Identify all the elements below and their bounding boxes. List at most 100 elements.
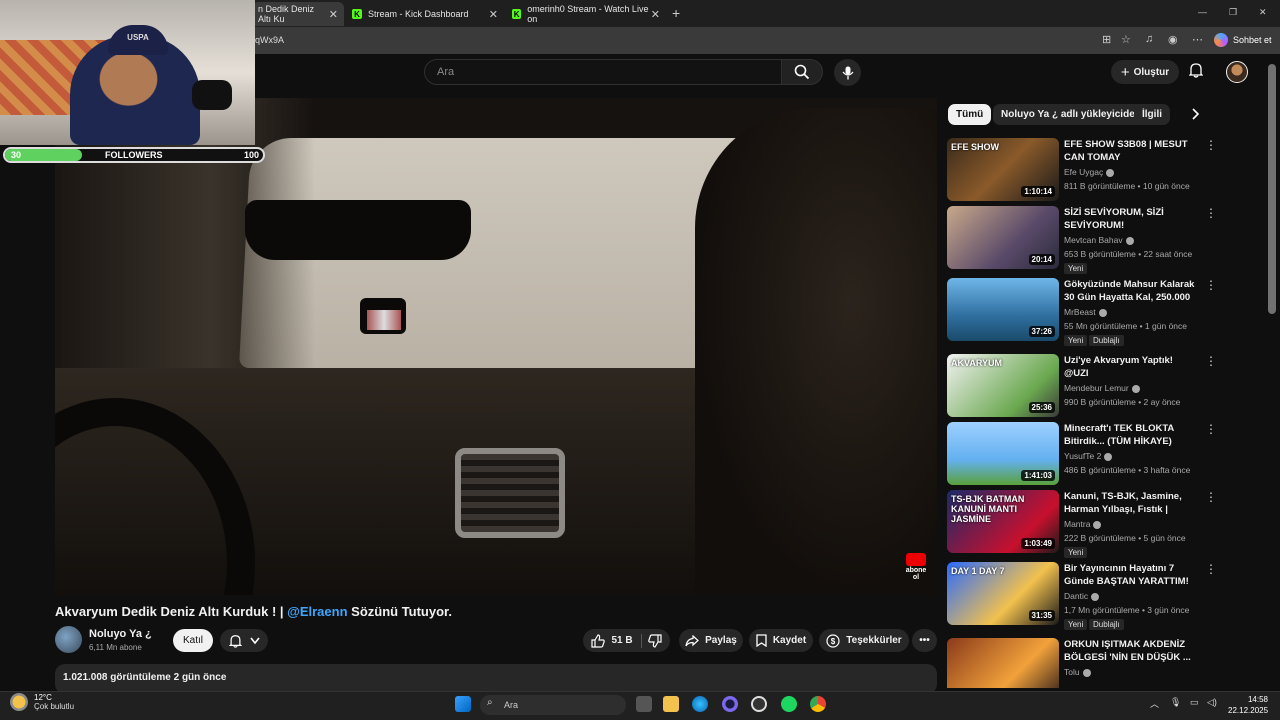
title-mention-link[interactable]: @Elraenn bbox=[287, 604, 347, 619]
more-vertical-icon[interactable]: ⋮ bbox=[1205, 278, 1217, 292]
channel-name[interactable]: Noluyo Ya ¿ bbox=[89, 628, 152, 640]
copilot-button[interactable]: Sohbet et bbox=[1214, 31, 1272, 49]
chip-from-uploader[interactable]: Noluyo Ya ¿ adlı yükleyiciden bbox=[993, 104, 1149, 125]
video-thumbnail[interactable]: TS-BJK BATMAN KANUNİ MANTI JASMİNE 1:03:4… bbox=[947, 490, 1059, 553]
video-thumbnail[interactable] bbox=[947, 638, 1059, 688]
close-window-button[interactable]: ✕ bbox=[1259, 7, 1267, 18]
create-button[interactable]: + Oluştur bbox=[1111, 60, 1179, 84]
more-vertical-icon[interactable]: ⋮ bbox=[1205, 490, 1217, 504]
more-vertical-icon[interactable]: ⋮ bbox=[1205, 354, 1217, 368]
recommendation-channel[interactable]: Mantra bbox=[1064, 519, 1102, 529]
more-icon[interactable]: ⋯ bbox=[1192, 33, 1203, 46]
search-input[interactable]: Ara bbox=[424, 59, 782, 85]
apps-icon[interactable]: ⊞ bbox=[1102, 33, 1111, 46]
recommendation-item[interactable]: 20:14 SİZİ SEVİYORUM, SİZİ SEVİYORUM! Mevt… bbox=[947, 206, 1217, 274]
microphone-icon[interactable]: 🎙 bbox=[1170, 697, 1181, 708]
recommendation-item[interactable]: DAY 1 DAY 7 31:35 Bir Yayıncının Hayatını … bbox=[947, 562, 1217, 630]
close-icon[interactable]: ✕ bbox=[489, 8, 498, 21]
chevron-right-icon[interactable] bbox=[1192, 108, 1200, 123]
recommendation-title[interactable]: SİZİ SEVİYORUM, SİZİ SEVİYORUM! bbox=[1064, 206, 1200, 232]
tab-kick-stream[interactable]: K omerinh0 Stream - Watch Live on ✕ bbox=[506, 2, 666, 26]
extensions-icon[interactable]: ♫ bbox=[1145, 33, 1153, 45]
favorite-icon[interactable]: ☆ bbox=[1121, 33, 1131, 46]
profile-icon[interactable]: ◉ bbox=[1168, 33, 1178, 46]
voice-search-button[interactable] bbox=[834, 59, 861, 86]
volume-icon[interactable]: ◁) bbox=[1207, 697, 1217, 708]
recommendation-title[interactable]: EFE SHOW S3B08 | MESUT CAN TOMAY bbox=[1064, 138, 1200, 164]
recommendation-item[interactable]: AKVARYUM 25:36 Uzi'ye Akvaryum Yaptık! @UZ… bbox=[947, 354, 1217, 418]
recommendation-title[interactable]: ORKUN IŞITMAK AKDENİZ BÖLGESİ 'NİN EN DÜ… bbox=[1064, 638, 1200, 664]
recommendation-channel[interactable]: Dantic bbox=[1064, 591, 1100, 601]
recommendation-title[interactable]: Bir Yayıncının Hayatını 7 Günde BAŞTAN Y… bbox=[1064, 562, 1200, 588]
minimize-button[interactable]: — bbox=[1198, 7, 1207, 17]
windows-start-icon[interactable] bbox=[455, 696, 471, 712]
close-icon[interactable]: ✕ bbox=[651, 8, 660, 21]
file-explorer-icon[interactable] bbox=[663, 696, 679, 712]
clock[interactable]: 14:58 22.12.2025 bbox=[1228, 694, 1268, 716]
chevron-up-icon[interactable]: ︿ bbox=[1150, 697, 1159, 710]
page-scrollbar[interactable] bbox=[1268, 64, 1276, 314]
share-button[interactable]: Paylaş bbox=[679, 629, 743, 652]
more-vertical-icon[interactable]: ⋮ bbox=[1205, 138, 1217, 152]
view-stats: 1.021.008 görüntüleme 2 gün önce bbox=[63, 672, 227, 683]
recommendation-channel[interactable]: YusufTe 2 bbox=[1064, 451, 1113, 461]
weather-widget[interactable]: 12°C Çok bulutlu bbox=[10, 693, 74, 711]
tab-youtube[interactable]: n Dedik Deniz Altı Ku ✕ bbox=[252, 2, 344, 26]
recommendation-item[interactable]: 37:26 Gökyüzünde Mahsur Kalarak 30 Gün Ha… bbox=[947, 278, 1217, 346]
taskbar-search[interactable]: Ara bbox=[480, 695, 626, 715]
network-icon[interactable]: ▭ bbox=[1190, 697, 1199, 708]
task-view-icon[interactable] bbox=[636, 696, 652, 712]
video-thumbnail[interactable]: 20:14 bbox=[947, 206, 1059, 269]
account-avatar[interactable] bbox=[1226, 61, 1248, 83]
edge-icon[interactable] bbox=[692, 696, 708, 712]
recommendation-channel[interactable]: Tolu bbox=[1064, 667, 1091, 677]
recommendation-item[interactable]: ORKUN IŞITMAK AKDENİZ BÖLGESİ 'NİN EN DÜ… bbox=[947, 638, 1207, 688]
save-button[interactable]: Kaydet bbox=[749, 629, 813, 652]
more-vertical-icon[interactable]: ⋮ bbox=[1205, 562, 1217, 576]
dislike-button[interactable] bbox=[647, 633, 662, 648]
thanks-button[interactable]: $ Teşekkürler bbox=[819, 629, 909, 652]
recommendation-title[interactable]: Gökyüzünde Mahsur Kalarak 30 Gün Hayatta… bbox=[1064, 278, 1200, 304]
recommendation-title[interactable]: Minecraft'ı TEK BLOKTA Bitirdik... (TÜM … bbox=[1064, 422, 1200, 448]
chrome-icon[interactable] bbox=[810, 696, 826, 712]
video-player[interactable] bbox=[55, 98, 937, 595]
join-button[interactable]: Katıl bbox=[173, 629, 213, 652]
recommendation-channel[interactable]: MrBeast bbox=[1064, 307, 1107, 317]
recommendation-title[interactable]: Kanuni, TS-BJK, Jasmine, Harman Yılbaşı,… bbox=[1064, 490, 1200, 516]
more-vertical-icon[interactable]: ⋮ bbox=[1205, 638, 1207, 652]
maximize-button[interactable]: ❐ bbox=[1229, 7, 1237, 18]
description-box[interactable]: 1.021.008 görüntüleme 2 gün önce bbox=[55, 664, 937, 694]
recommendation-channel[interactable]: Mendebur Lemur bbox=[1064, 383, 1140, 393]
recommendation-channel[interactable]: Efe Uygaç bbox=[1064, 167, 1115, 177]
recommendation-item[interactable]: TS-BJK BATMAN KANUNİ MANTI JASMİNE 1:03:4… bbox=[947, 490, 1217, 558]
new-tab-button[interactable]: + bbox=[672, 5, 680, 21]
video-thumbnail[interactable]: AKVARYUM 25:36 bbox=[947, 354, 1059, 417]
video-thumbnail[interactable]: EFE SHOW 1:10:14 bbox=[947, 138, 1059, 201]
subscribe-watermark[interactable]: abone ol bbox=[903, 553, 929, 581]
close-icon[interactable]: ✕ bbox=[329, 8, 338, 21]
app-icon[interactable] bbox=[722, 696, 738, 712]
notifications-button[interactable] bbox=[1188, 62, 1204, 81]
recommendation-meta: 653 B görüntüleme • 22 saat önce bbox=[1064, 249, 1193, 259]
chip-related[interactable]: İlgili bbox=[1134, 104, 1170, 125]
more-actions-button[interactable]: ••• bbox=[912, 629, 937, 652]
video-thumbnail[interactable]: 37:26 bbox=[947, 278, 1059, 341]
subscription-bell-button[interactable] bbox=[220, 629, 268, 652]
like-button[interactable]: 51 B bbox=[591, 633, 642, 648]
obs-icon[interactable] bbox=[751, 696, 767, 712]
tab-kick-dashboard[interactable]: K Stream - Kick Dashboard ✕ bbox=[346, 2, 504, 26]
video-thumbnail[interactable]: 1:41:03 bbox=[947, 422, 1059, 485]
recommendation-channel[interactable]: Mevtcan Bahav bbox=[1064, 235, 1134, 245]
recommendation-item[interactable]: 1:41:03 Minecraft'ı TEK BLOKTA Bitirdik..… bbox=[947, 422, 1217, 486]
more-vertical-icon[interactable]: ⋮ bbox=[1205, 206, 1217, 220]
url-text[interactable]: qWx9A bbox=[255, 35, 284, 45]
chip-all[interactable]: Tümü bbox=[948, 104, 992, 125]
spotify-icon[interactable] bbox=[781, 696, 797, 712]
channel-avatar[interactable] bbox=[55, 626, 82, 653]
video-frame-vent bbox=[455, 448, 565, 538]
recommendation-title[interactable]: Uzi'ye Akvaryum Yaptık! @UZI bbox=[1064, 354, 1200, 380]
more-vertical-icon[interactable]: ⋮ bbox=[1205, 422, 1217, 436]
video-thumbnail[interactable]: DAY 1 DAY 7 31:35 bbox=[947, 562, 1059, 625]
recommendation-item[interactable]: EFE SHOW 1:10:14 EFE SHOW S3B08 | MESUT CA… bbox=[947, 138, 1217, 202]
search-button[interactable] bbox=[781, 59, 823, 85]
